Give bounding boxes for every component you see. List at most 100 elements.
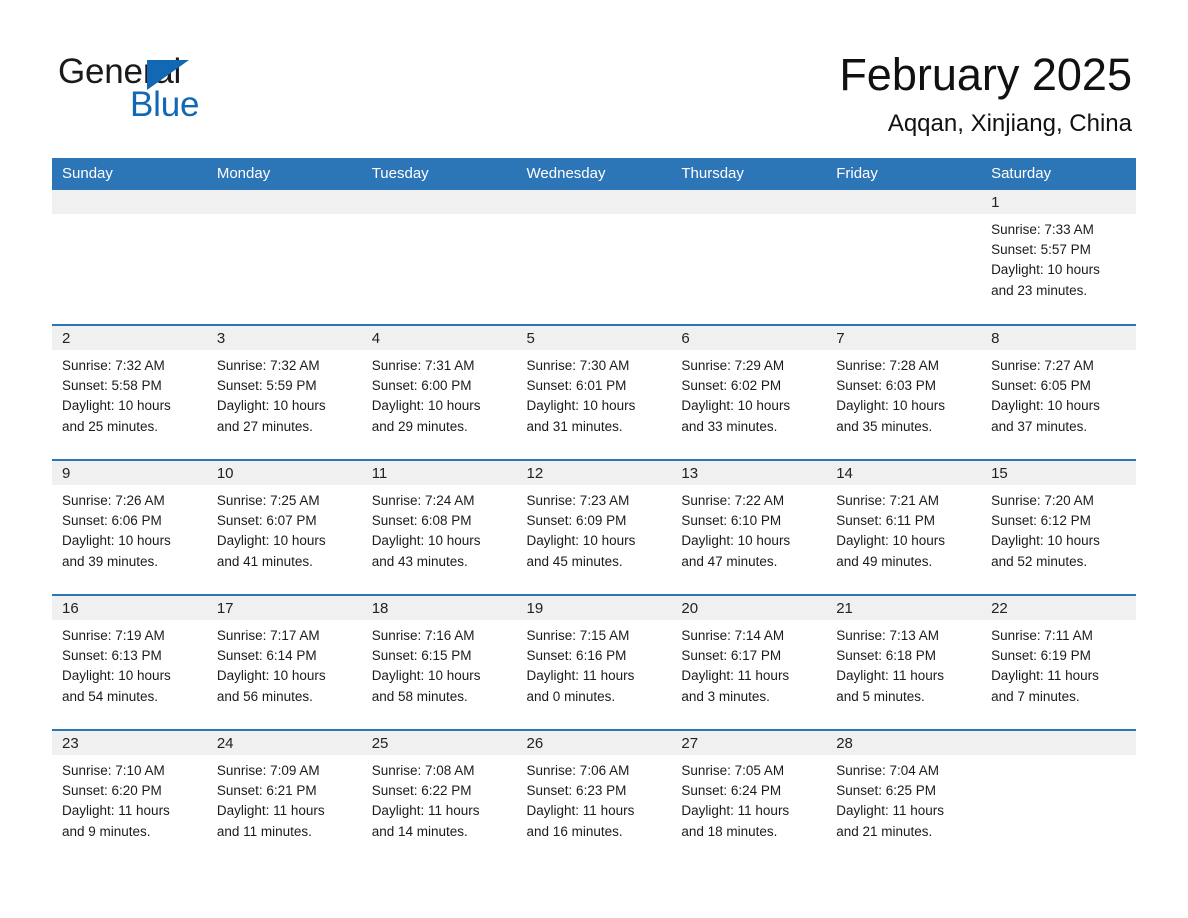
day-number: [671, 190, 827, 214]
sunset-text: Sunset: 6:14 PM: [216, 648, 317, 664]
sunrise-text: Sunrise: 7:05 AM: [681, 763, 785, 778]
calendar-day-cell-empty: [52, 190, 207, 325]
general-blue-logo[interactable]: General Blue: [58, 52, 318, 130]
daylight-text-line1: Daylight: 10 hours: [991, 533, 1100, 549]
daylight-text-line2: and 29 minutes.: [371, 418, 468, 434]
calendar-day-cell[interactable]: 7 Sunrise: 7:28 AM Sunset: 6:03 PM Daylight…: [826, 324, 982, 460]
calendar-day-cell[interactable]: 19 Sunrise: 7:15 AM Sunset: 6:16 PM Dayligh…: [516, 594, 672, 730]
day-number: [516, 190, 672, 214]
sunset-text: Sunset: 5:59 PM: [216, 378, 317, 394]
calendar-day-cell[interactable]: 3 Sunrise: 7:32 AM Sunset: 5:59 PM Daylight…: [206, 324, 362, 460]
day-number: 1: [981, 190, 1136, 214]
sunrise-text: Sunrise: 7:11 AM: [991, 628, 1093, 643]
calendar-day-cell[interactable]: 22 Sunrise: 7:11 AM Sunset: 6:19 PM Dayligh…: [981, 594, 1136, 730]
calendar-body: 1 Sunrise: 7:33 AM Sunset: 5:57 PM Daylight…: [52, 190, 1136, 865]
sunset-text: Sunset: 6:08 PM: [371, 513, 472, 529]
daylight-text-line1: Daylight: 11 hours: [991, 668, 1099, 684]
day-cell-inner: 21 Sunrise: 7:13 AM Sunset: 6:18 PM Dayligh…: [826, 596, 982, 729]
calendar-day-cell[interactable]: 10 Sunrise: 7:25 AM Sunset: 6:07 PM Dayligh…: [206, 459, 362, 595]
calendar-day-cell[interactable]: 5 Sunrise: 7:30 AM Sunset: 6:01 PM Daylight…: [516, 324, 672, 460]
daylight-text-line2: and 47 minutes.: [681, 553, 778, 569]
calendar-day-cell[interactable]: 11 Sunrise: 7:24 AM Sunset: 6:08 PM Dayligh…: [361, 459, 517, 595]
calendar-day-cell[interactable]: 18 Sunrise: 7:16 AM Sunset: 6:15 PM Dayligh…: [361, 594, 517, 730]
weekday-header-sunday: Sunday: [52, 158, 207, 190]
sunset-text: Sunset: 6:11 PM: [836, 513, 936, 529]
day-number: 27: [671, 731, 827, 755]
calendar-day-cell[interactable]: 16 Sunrise: 7:19 AM Sunset: 6:13 PM Dayligh…: [52, 594, 207, 730]
calendar-day-cell[interactable]: 25 Sunrise: 7:08 AM Sunset: 6:22 PM Dayligh…: [361, 729, 517, 865]
calendar-day-cell[interactable]: 4 Sunrise: 7:31 AM Sunset: 6:00 PM Daylight…: [361, 324, 517, 460]
day-number: 25: [361, 731, 517, 755]
day-details: Sunrise: 7:11 AM Sunset: 6:19 PM Daylight:…: [981, 620, 1136, 707]
calendar-day-cell[interactable]: 2 Sunrise: 7:32 AM Sunset: 5:58 PM Daylight…: [52, 324, 207, 460]
calendar-day-cell[interactable]: 8 Sunrise: 7:27 AM Sunset: 6:05 PM Daylight…: [981, 324, 1136, 460]
calendar-day-cell[interactable]: 6 Sunrise: 7:29 AM Sunset: 6:02 PM Daylight…: [671, 324, 827, 460]
sunset-text: Sunset: 6:00 PM: [371, 378, 472, 394]
calendar-day-cell[interactable]: 28 Sunrise: 7:04 AM Sunset: 6:25 PM Dayligh…: [826, 729, 982, 865]
daylight-text-line2: and 49 minutes.: [836, 553, 933, 569]
daylight-text-line2: and 37 minutes.: [991, 418, 1088, 434]
day-details: Sunrise: 7:08 AM Sunset: 6:22 PM Daylight:…: [362, 755, 517, 842]
calendar-week-row: 2 Sunrise: 7:32 AM Sunset: 5:58 PM Daylight…: [52, 324, 1136, 460]
day-cell-inner: 27 Sunrise: 7:05 AM Sunset: 6:24 PM Dayligh…: [671, 731, 827, 864]
sunrise-text: Sunrise: 7:16 AM: [371, 628, 475, 643]
calendar-day-cell[interactable]: 24 Sunrise: 7:09 AM Sunset: 6:21 PM Dayligh…: [206, 729, 362, 865]
calendar-day-cell[interactable]: 9 Sunrise: 7:26 AM Sunset: 6:06 PM Daylight…: [52, 459, 207, 595]
day-cell-inner: [671, 190, 827, 323]
daylight-text-line2: and 5 minutes.: [836, 688, 925, 704]
calendar-day-cell[interactable]: 27 Sunrise: 7:05 AM Sunset: 6:24 PM Dayligh…: [671, 729, 827, 865]
day-number: 24: [206, 731, 362, 755]
daylight-text-line2: and 14 minutes.: [371, 823, 468, 839]
day-cell-inner: 25 Sunrise: 7:08 AM Sunset: 6:22 PM Dayligh…: [361, 731, 517, 864]
day-details: Sunrise: 7:23 AM Sunset: 6:09 PM Daylight:…: [517, 485, 672, 572]
day-details: Sunrise: 7:26 AM Sunset: 6:06 PM Daylight:…: [52, 485, 207, 572]
calendar-day-cell[interactable]: 1 Sunrise: 7:33 AM Sunset: 5:57 PM Daylight…: [981, 190, 1136, 325]
day-number: 28: [826, 731, 982, 755]
day-cell-inner: 6 Sunrise: 7:29 AM Sunset: 6:02 PM Daylight…: [671, 326, 827, 459]
sunrise-text: Sunrise: 7:26 AM: [62, 493, 165, 508]
daylight-text-line1: Daylight: 10 hours: [216, 668, 326, 684]
sunset-text: Sunset: 6:03 PM: [836, 378, 937, 394]
calendar-day-cell-empty: [516, 190, 672, 325]
calendar-day-cell[interactable]: 14 Sunrise: 7:21 AM Sunset: 6:11 PM Dayligh…: [826, 459, 982, 595]
daylight-text-line1: Daylight: 10 hours: [991, 398, 1100, 414]
sunrise-text: Sunrise: 7:30 AM: [526, 358, 630, 373]
calendar-day-cell[interactable]: 12 Sunrise: 7:23 AM Sunset: 6:09 PM Dayligh…: [516, 459, 672, 595]
day-number: 2: [52, 326, 207, 350]
calendar-day-cell[interactable]: 17 Sunrise: 7:17 AM Sunset: 6:14 PM Dayligh…: [206, 594, 362, 730]
day-cell-inner: 19 Sunrise: 7:15 AM Sunset: 6:16 PM Dayligh…: [516, 596, 672, 729]
daylight-text-line1: Daylight: 10 hours: [526, 398, 636, 414]
day-details: Sunrise: 7:31 AM Sunset: 6:00 PM Daylight:…: [362, 350, 517, 437]
weekday-header-monday: Monday: [206, 158, 362, 190]
day-cell-inner: 7 Sunrise: 7:28 AM Sunset: 6:03 PM Daylight…: [826, 326, 982, 459]
daylight-text-line2: and 58 minutes.: [371, 688, 468, 704]
day-number: [361, 190, 517, 214]
day-cell-inner: 5 Sunrise: 7:30 AM Sunset: 6:01 PM Daylight…: [516, 326, 672, 459]
sunrise-text: Sunrise: 7:14 AM: [681, 628, 785, 643]
day-details: Sunrise: 7:30 AM Sunset: 6:01 PM Daylight:…: [517, 350, 672, 437]
sunset-text: Sunset: 5:57 PM: [991, 242, 1091, 258]
day-details: Sunrise: 7:24 AM Sunset: 6:08 PM Daylight:…: [362, 485, 517, 572]
sunrise-text: Sunrise: 7:23 AM: [526, 493, 630, 508]
calendar-day-cell[interactable]: 15 Sunrise: 7:20 AM Sunset: 6:12 PM Dayligh…: [981, 459, 1136, 595]
daylight-text-line2: and 54 minutes.: [62, 688, 159, 704]
daylight-text-line2: and 0 minutes.: [526, 688, 616, 704]
calendar-day-cell[interactable]: 26 Sunrise: 7:06 AM Sunset: 6:23 PM Dayligh…: [516, 729, 672, 865]
day-details: Sunrise: 7:32 AM Sunset: 5:58 PM Daylight:…: [52, 350, 207, 437]
daylight-text-line2: and 27 minutes.: [216, 418, 313, 434]
calendar-day-cell[interactable]: 13 Sunrise: 7:22 AM Sunset: 6:10 PM Dayligh…: [671, 459, 827, 595]
day-number: 12: [516, 461, 672, 485]
calendar-day-cell[interactable]: 20 Sunrise: 7:14 AM Sunset: 6:17 PM Dayligh…: [671, 594, 827, 730]
day-number: [52, 190, 207, 214]
day-details: Sunrise: 7:04 AM Sunset: 6:25 PM Daylight:…: [826, 755, 981, 842]
sunrise-text: Sunrise: 7:04 AM: [836, 763, 940, 778]
calendar-page: General Blue February 2025 Aqqan, Xinjia…: [0, 0, 1188, 918]
day-cell-inner: 3 Sunrise: 7:32 AM Sunset: 5:59 PM Daylight…: [206, 326, 362, 459]
day-cell-inner: 10 Sunrise: 7:25 AM Sunset: 6:07 PM Dayligh…: [206, 461, 362, 594]
calendar-day-cell[interactable]: 23 Sunrise: 7:10 AM Sunset: 6:20 PM Dayligh…: [52, 729, 207, 865]
sunrise-sunset-calendar: Sunday Monday Tuesday Wednesday Thursday…: [52, 158, 1136, 865]
day-cell-inner: 26 Sunrise: 7:06 AM Sunset: 6:23 PM Dayligh…: [516, 731, 672, 864]
calendar-week-row: 9 Sunrise: 7:26 AM Sunset: 6:06 PM Daylight…: [52, 459, 1136, 595]
calendar-day-cell[interactable]: 21 Sunrise: 7:13 AM Sunset: 6:18 PM Dayligh…: [826, 594, 982, 730]
day-number: 18: [361, 596, 517, 620]
